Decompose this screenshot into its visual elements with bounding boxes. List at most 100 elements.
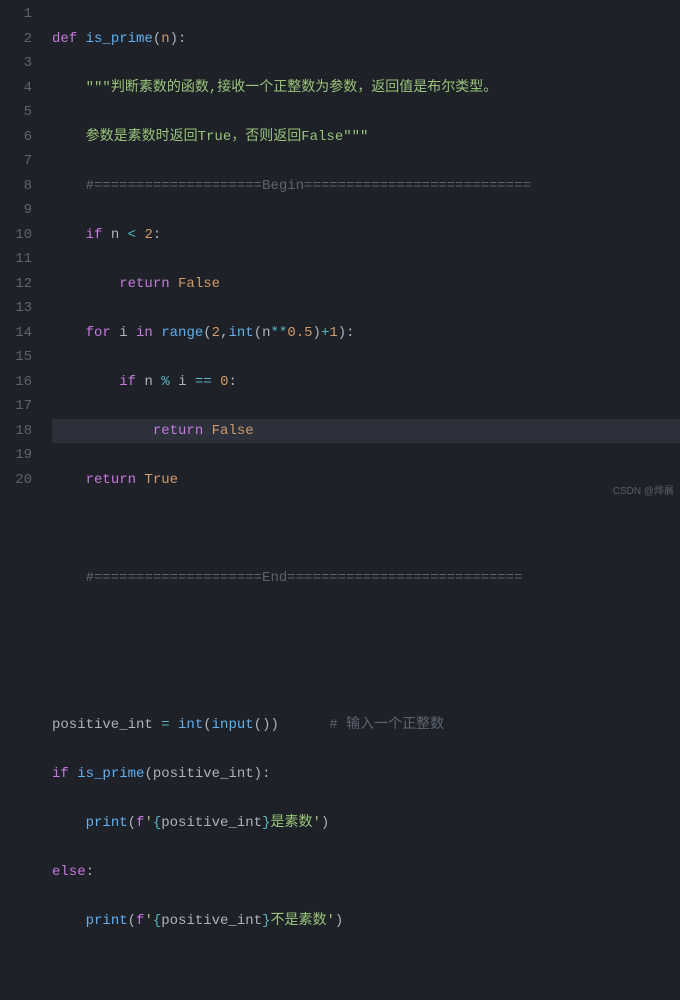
function-call: is_prime (77, 766, 144, 782)
code-line[interactable]: for i in range(2,int(n**0.5)+1): (52, 321, 680, 346)
punctuation: ( (128, 815, 136, 831)
code-line[interactable]: return False (52, 419, 680, 444)
punctuation: ( (144, 766, 152, 782)
line-number: 19 (0, 443, 32, 468)
code-area[interactable]: def is_prime(n): """判断素数的函数,接收一个正整数为参数，返… (42, 0, 680, 500)
string-quote: ' (326, 913, 334, 929)
code-line[interactable]: return False (52, 272, 680, 297)
fstring-prefix: f (136, 913, 144, 929)
code-line[interactable] (52, 615, 680, 640)
operator: = (161, 717, 178, 733)
line-number: 5 (0, 100, 32, 125)
operator: ** (271, 325, 288, 341)
line-number: 14 (0, 321, 32, 346)
line-number: 2 (0, 27, 32, 52)
code-line[interactable]: return True (52, 468, 680, 493)
fstring-brace: } (262, 913, 270, 929)
literal-false: False (212, 423, 254, 439)
punctuation: : (153, 227, 161, 243)
parameter: n (161, 31, 169, 47)
code-line[interactable]: if is_prime(positive_int): (52, 762, 680, 787)
string-text: 是素数 (270, 815, 312, 831)
string-quote: ' (144, 913, 152, 929)
argument: positive_int (153, 766, 254, 782)
punctuation: : (86, 864, 94, 880)
code-line[interactable]: positive_int = int(input()) # 输入一个正整数 (52, 713, 680, 738)
code-line[interactable]: if n < 2: (52, 223, 680, 248)
punctuation: ) (313, 325, 321, 341)
keyword-return: return (119, 276, 178, 292)
line-highlight (52, 419, 680, 444)
number: 2 (144, 227, 152, 243)
punctuation: ): (338, 325, 355, 341)
code-line[interactable] (52, 517, 680, 542)
punctuation: ) (335, 913, 343, 929)
punctuation: ( (153, 31, 161, 47)
punctuation: ()) (254, 717, 279, 733)
operator: < (128, 227, 145, 243)
literal-true: True (144, 472, 178, 488)
fstring-prefix: f (136, 815, 144, 831)
code-line[interactable]: print(f'{positive_int}不是素数') (52, 909, 680, 934)
function-name: is_prime (86, 31, 153, 47)
builtin-range: range (161, 325, 203, 341)
punctuation: ): (170, 31, 187, 47)
line-number: 11 (0, 247, 32, 272)
line-number: 17 (0, 394, 32, 419)
watermark: CSDN @烨晨 (613, 482, 674, 497)
code-line[interactable]: if n % i == 0: (52, 370, 680, 395)
line-number: 12 (0, 272, 32, 297)
number: 0 (220, 374, 228, 390)
string-quote: ' (312, 815, 320, 831)
variable: n (144, 374, 161, 390)
code-line[interactable]: 参数是素数时返回True，否则返回False""" (52, 125, 680, 150)
docstring: 参数是素数时返回True，否则返回False""" (86, 129, 369, 145)
fstring-brace: } (262, 815, 270, 831)
code-line[interactable]: #====================Begin==============… (52, 174, 680, 199)
variable: i (119, 325, 136, 341)
number: 1 (329, 325, 337, 341)
code-line[interactable]: def is_prime(n): (52, 27, 680, 52)
punctuation: : (229, 374, 237, 390)
code-line[interactable]: else: (52, 860, 680, 885)
variable: n (111, 227, 128, 243)
line-gutter: 1 2 3 4 5 6 7 8 9 10 11 12 13 14 15 16 1… (0, 0, 42, 500)
line-number: 8 (0, 174, 32, 199)
keyword-else: else (52, 864, 86, 880)
string-quote: ' (144, 815, 152, 831)
code-line[interactable]: """判断素数的函数,接收一个正整数为参数，返回值是布尔类型。 (52, 76, 680, 101)
line-number: 18 (0, 419, 32, 444)
comment: #====================Begin==============… (86, 178, 531, 194)
line-number: 4 (0, 76, 32, 101)
fstring-brace: { (153, 815, 161, 831)
spacing (279, 717, 329, 733)
operator: % (161, 374, 178, 390)
keyword-if: if (119, 374, 144, 390)
variable: i (178, 374, 195, 390)
keyword-for: for (86, 325, 120, 341)
keyword-if: if (52, 766, 77, 782)
punctuation: ( (203, 325, 211, 341)
docstring: """判断素数的函数,接收一个正整数为参数，返回值是布尔类型。 (86, 80, 498, 96)
punctuation: ) (321, 815, 329, 831)
builtin-int: int (178, 717, 203, 733)
code-line[interactable]: print(f'{positive_int}是素数') (52, 811, 680, 836)
variable: positive_int (52, 717, 161, 733)
line-number: 20 (0, 468, 32, 493)
code-line[interactable] (52, 664, 680, 689)
comment: # 输入一个正整数 (329, 717, 444, 733)
line-number: 10 (0, 223, 32, 248)
code-editor[interactable]: 1 2 3 4 5 6 7 8 9 10 11 12 13 14 15 16 1… (0, 0, 680, 500)
punctuation: ( (254, 325, 262, 341)
variable: positive_int (161, 815, 262, 831)
line-number: 13 (0, 296, 32, 321)
code-line[interactable]: #====================End================… (52, 566, 680, 591)
keyword-return: return (86, 472, 145, 488)
builtin-input: input (212, 717, 254, 733)
code-line[interactable] (52, 958, 680, 983)
keyword-if: if (86, 227, 111, 243)
number: 0.5 (287, 325, 312, 341)
punctuation: ): (254, 766, 271, 782)
keyword-return: return (153, 423, 212, 439)
line-number: 6 (0, 125, 32, 150)
